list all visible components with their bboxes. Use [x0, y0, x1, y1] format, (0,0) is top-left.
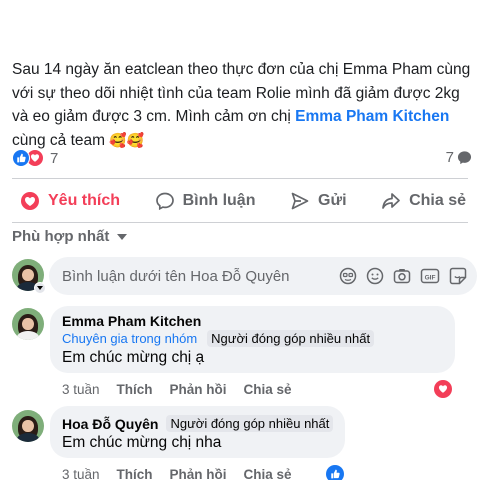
- divider: [12, 178, 468, 179]
- gif-icon[interactable]: GIF: [420, 267, 440, 285]
- comment-text: Em chúc mừng chị nha: [62, 434, 222, 451]
- share-button-label: Chia sẻ: [409, 192, 466, 209]
- comment-reply-button[interactable]: Phản hồi: [170, 382, 227, 397]
- emoji-icon[interactable]: [366, 267, 384, 285]
- comment-count-value: 7: [445, 149, 454, 166]
- composer-placeholder: Bình luận dưới tên Hoa Đỗ Quyên: [62, 267, 290, 285]
- share-button[interactable]: Chia sẻ: [381, 191, 466, 211]
- love-reaction-icon[interactable]: [434, 380, 452, 398]
- comment-icon: [155, 192, 174, 211]
- top-contributor-badge: Người đóng góp nhiều nhất: [166, 415, 334, 432]
- comment-author[interactable]: Hoa Đỗ Quyên: [62, 416, 158, 432]
- heart-icon: [21, 192, 39, 210]
- send-button-label: Gửi: [318, 192, 347, 209]
- reaction-summary[interactable]: 7: [12, 149, 58, 167]
- expert-badge: Chuyên gia trong nhóm: [62, 331, 198, 346]
- sort-label: Phù hợp nhất: [12, 228, 110, 245]
- share-icon: [382, 193, 400, 209]
- composer-tools: GIF: [339, 267, 477, 285]
- comment-text: Em chúc mừng chị ạ: [62, 349, 205, 366]
- like-reaction-icon[interactable]: [326, 465, 344, 480]
- comment-bubble: Emma Pham Kitchen Chuyên gia trong nhóm …: [50, 306, 455, 373]
- like-reaction-icon: [12, 149, 30, 167]
- divider: [12, 222, 468, 223]
- send-button[interactable]: Gửi: [290, 191, 347, 211]
- comment-author[interactable]: Emma Pham Kitchen: [62, 313, 201, 329]
- comment-actions: 3 tuần Thích Phản hồi Chia sẻ: [62, 467, 292, 480]
- love-button-label: Yêu thích: [48, 192, 121, 209]
- avatar[interactable]: [12, 308, 44, 340]
- emoji-text: 🥰🥰: [109, 132, 145, 149]
- comment-button[interactable]: Bình luận: [155, 191, 256, 211]
- camera-icon[interactable]: [393, 267, 411, 285]
- caret-down-icon: [117, 233, 128, 240]
- comment-share-button[interactable]: Chia sẻ: [244, 467, 292, 480]
- reaction-count: 7: [50, 149, 59, 167]
- avatar-sticker-icon[interactable]: [339, 267, 357, 285]
- comment-composer[interactable]: Bình luận dưới tên Hoa Đỗ Quyên GIF: [49, 257, 477, 295]
- post-text: Sau 14 ngày ăn eatclean theo thực đơn củ…: [12, 58, 474, 153]
- mention-link[interactable]: Emma Pham Kitchen: [295, 108, 449, 125]
- chevron-down-icon[interactable]: [34, 282, 46, 294]
- comment-time[interactable]: 3 tuần: [62, 382, 100, 397]
- comment-count[interactable]: 7: [446, 149, 472, 166]
- comment-reply-button[interactable]: Phản hồi: [170, 467, 227, 480]
- comment-actions: 3 tuần Thích Phản hồi Chia sẻ: [62, 382, 292, 397]
- comment-like-button[interactable]: Thích: [117, 467, 153, 480]
- love-button[interactable]: Yêu thích: [20, 191, 120, 211]
- top-contributor-badge: Người đóng góp nhiều nhất: [207, 330, 375, 347]
- send-icon: [291, 192, 309, 210]
- comment-sort-dropdown[interactable]: Phù hợp nhất: [12, 228, 128, 245]
- svg-text:GIF: GIF: [425, 274, 436, 281]
- comment-like-button[interactable]: Thích: [117, 382, 153, 397]
- comment-bubble-icon: [457, 151, 472, 165]
- comment-share-button[interactable]: Chia sẻ: [244, 382, 292, 397]
- comment-time[interactable]: 3 tuần: [62, 467, 100, 480]
- sticker-icon[interactable]: [449, 267, 467, 285]
- post-text-tail: cùng cả team: [12, 131, 110, 149]
- avatar[interactable]: [12, 410, 44, 442]
- action-bar: Yêu thích Bình luận Gửi Chia sẻ: [0, 184, 480, 218]
- comment-bubble: Hoa Đỗ Quyên Người đóng góp nhiều nhất E…: [50, 406, 345, 458]
- comment-button-label: Bình luận: [182, 192, 256, 209]
